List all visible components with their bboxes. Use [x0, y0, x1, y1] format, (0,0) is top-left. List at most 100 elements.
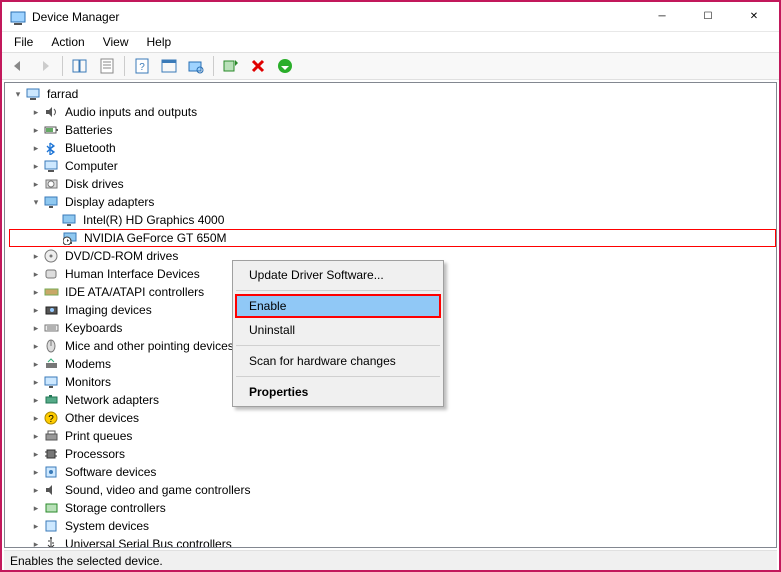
maximize-button[interactable]: ☐ — [685, 2, 731, 32]
menu-file[interactable]: File — [6, 34, 41, 50]
ctx-enable[interactable]: Enable — [235, 294, 441, 318]
twisty-closed-icon[interactable]: ▸ — [29, 501, 43, 515]
tree-item-label: System devices — [63, 517, 151, 535]
processor-icon — [43, 446, 61, 462]
hid-icon — [43, 266, 61, 282]
ctx-update-driver[interactable]: Update Driver Software... — [235, 263, 441, 287]
menu-view[interactable]: View — [95, 34, 137, 50]
twisty-closed-icon[interactable]: ▸ — [29, 375, 43, 389]
minimize-button[interactable]: ─ — [639, 2, 685, 32]
tree-item-nvidia-gpu[interactable]: NVIDIA GeForce GT 650M — [9, 229, 776, 247]
tree-item[interactable]: ▸ Audio inputs and outputs — [9, 103, 776, 121]
tree-item[interactable]: ▸Disk drives — [9, 175, 776, 193]
tree-item-label: Monitors — [63, 373, 113, 391]
twisty-closed-icon[interactable]: ▸ — [29, 177, 43, 191]
usb-icon — [43, 536, 61, 547]
tree-item[interactable]: ▸Universal Serial Bus controllers — [9, 535, 776, 547]
tree-item-label: Network adapters — [63, 391, 161, 409]
action-list-button[interactable] — [157, 54, 181, 78]
battery-icon — [43, 122, 61, 138]
twisty-closed-icon[interactable]: ▸ — [29, 339, 43, 353]
close-button[interactable]: ✕ — [731, 2, 777, 32]
show-hide-console-button[interactable] — [68, 54, 92, 78]
tree-item-label: IDE ATA/ATAPI controllers — [63, 283, 206, 301]
twisty-closed-icon[interactable]: ▸ — [29, 411, 43, 425]
twisty-closed-icon[interactable]: ▸ — [29, 519, 43, 533]
twisty-closed-icon[interactable]: ▸ — [29, 393, 43, 407]
software-icon — [43, 464, 61, 480]
tree-item-display-adapters[interactable]: ▾Display adapters — [9, 193, 776, 211]
twisty-closed-icon[interactable]: ▸ — [29, 141, 43, 155]
help-button[interactable]: ? — [130, 54, 154, 78]
tree-item-label: Batteries — [63, 121, 114, 139]
tree-item[interactable]: ▸ Batteries — [9, 121, 776, 139]
ctx-scan-hardware[interactable]: Scan for hardware changes — [235, 349, 441, 373]
menu-help[interactable]: Help — [139, 34, 180, 50]
twisty-open-icon[interactable]: ▾ — [29, 195, 43, 209]
twisty-closed-icon[interactable]: ▸ — [29, 321, 43, 335]
mouse-icon — [43, 338, 61, 354]
printer-icon — [43, 428, 61, 444]
twisty-closed-icon[interactable]: ▸ — [29, 285, 43, 299]
computer-icon — [43, 158, 61, 174]
twisty-open-icon[interactable]: ▾ — [11, 87, 25, 101]
twisty-closed-icon[interactable]: ▸ — [29, 447, 43, 461]
tree-item-label: Processors — [63, 445, 127, 463]
twisty-closed-icon[interactable]: ▸ — [29, 483, 43, 497]
properties-button[interactable] — [95, 54, 119, 78]
system-icon — [43, 518, 61, 534]
twisty-closed-icon[interactable]: ▸ — [29, 267, 43, 281]
forward-button[interactable] — [33, 54, 57, 78]
tree-item[interactable]: ▸Software devices — [9, 463, 776, 481]
scan-hardware-button[interactable] — [184, 54, 208, 78]
update-driver-button[interactable] — [219, 54, 243, 78]
twisty-closed-icon[interactable]: ▸ — [29, 465, 43, 479]
tree-item[interactable]: ▸ Processors — [9, 445, 776, 463]
tree-item[interactable]: ▸Sound, video and game controllers — [9, 481, 776, 499]
audio-icon — [43, 104, 61, 120]
disk-icon — [43, 176, 61, 192]
ctx-properties[interactable]: Properties — [235, 380, 441, 404]
dvd-icon — [43, 248, 61, 264]
twisty-none — [48, 231, 62, 245]
tree-item[interactable]: ▸?Other devices — [9, 409, 776, 427]
uninstall-button[interactable] — [246, 54, 270, 78]
tree-item[interactable]: ▸Print queues — [9, 427, 776, 445]
monitor-icon — [43, 374, 61, 390]
tree-item[interactable]: ▸ System devices — [9, 517, 776, 535]
context-menu: Update Driver Software... Enable Uninsta… — [232, 260, 444, 407]
twisty-closed-icon[interactable]: ▸ — [29, 357, 43, 371]
toolbar: ? — [2, 52, 779, 80]
ctx-separator — [236, 345, 440, 346]
twisty-closed-icon[interactable]: ▸ — [29, 105, 43, 119]
imaging-icon — [43, 302, 61, 318]
svg-text:?: ? — [139, 62, 145, 73]
computer-icon — [25, 86, 43, 102]
tree-item-label: Mice and other pointing devices — [63, 337, 236, 355]
twisty-closed-icon[interactable]: ▸ — [29, 159, 43, 173]
ctx-uninstall[interactable]: Uninstall — [235, 318, 441, 342]
tree-item-label: Audio inputs and outputs — [63, 103, 199, 121]
tree-item-intel-gpu[interactable]: Intel(R) HD Graphics 4000 — [9, 211, 776, 229]
sound-icon — [43, 482, 61, 498]
modem-icon — [43, 356, 61, 372]
twisty-closed-icon[interactable]: ▸ — [29, 429, 43, 443]
enable-button[interactable] — [273, 54, 297, 78]
bluetooth-icon — [43, 140, 61, 156]
twisty-closed-icon[interactable]: ▸ — [29, 537, 43, 547]
storage-icon — [43, 500, 61, 516]
tree-item[interactable]: ▸Storage controllers — [9, 499, 776, 517]
display-adapter-disabled-icon — [62, 230, 80, 246]
tree-root[interactable]: ▾ farrad — [9, 85, 776, 103]
tree-item[interactable]: ▸Computer — [9, 157, 776, 175]
tree-item[interactable]: ▸Bluetooth — [9, 139, 776, 157]
other-device-icon: ? — [43, 410, 61, 426]
window-title: Device Manager — [32, 10, 639, 24]
twisty-closed-icon[interactable]: ▸ — [29, 249, 43, 263]
menu-action[interactable]: Action — [43, 34, 92, 50]
toolbar-separator — [213, 56, 214, 76]
ctx-separator — [236, 376, 440, 377]
twisty-closed-icon[interactable]: ▸ — [29, 123, 43, 137]
back-button[interactable] — [6, 54, 30, 78]
twisty-closed-icon[interactable]: ▸ — [29, 303, 43, 317]
